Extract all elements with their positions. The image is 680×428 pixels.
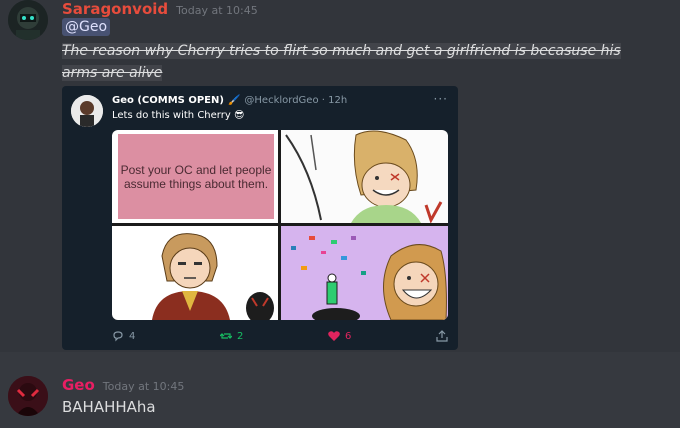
embed-author-avatar[interactable]	[71, 95, 103, 127]
embed-author-handle: @HecklordGeo · 12h	[244, 95, 348, 106]
heart-icon	[328, 331, 340, 341]
embed-author-name[interactable]: Geo (COMMS OPEN)	[112, 95, 224, 106]
username[interactable]: Geo	[62, 376, 95, 394]
prompt-text: Post your OC and let people assume thing…	[120, 162, 272, 191]
timestamp: Today at 10:45	[176, 4, 258, 17]
embed-text: Lets do this with Cherry 😎	[112, 110, 245, 121]
share-button[interactable]	[436, 330, 448, 342]
message-text: BAHAHHAha	[62, 398, 156, 416]
message-text: The reason why Cherry tries to flirt so …	[62, 43, 621, 81]
mention[interactable]: @Geo	[62, 18, 111, 36]
username[interactable]: Saragonvoid	[62, 0, 168, 18]
like-count: 6	[345, 330, 352, 342]
share-icon	[436, 330, 448, 342]
comic-panel-1: Post your OC and let people assume thing…	[112, 130, 278, 223]
comic-panel-2	[281, 130, 448, 223]
reply-icon	[113, 331, 123, 342]
message-geo: Geo Today at 10:45 BAHAHHAha	[0, 352, 680, 428]
embed-author: Geo (COMMS OPEN) 🖌️ @HecklordGeo · 12h	[112, 95, 347, 106]
brush-icon: 🖌️	[227, 95, 241, 106]
message-saragonvoid: Saragonvoid Today at 10:45 @Geo The reas…	[0, 0, 680, 352]
retweet-count: 2	[237, 330, 244, 342]
comic-panel-4	[281, 226, 448, 320]
user-avatar[interactable]	[8, 376, 48, 416]
reply-count: 4	[129, 330, 136, 342]
retweet-button[interactable]: 2	[220, 330, 243, 342]
tweet-actions: 4 2 6	[112, 330, 448, 342]
retweet-icon	[220, 333, 232, 339]
user-avatar[interactable]	[8, 0, 48, 40]
comic-image[interactable]: Post your OC and let people assume thing…	[112, 130, 448, 320]
comic-panel-3	[112, 226, 278, 320]
tweet-embed[interactable]: Geo (COMMS OPEN) 🖌️ @HecklordGeo · 12h ·…	[62, 86, 458, 350]
prompt-card: Post your OC and let people assume thing…	[118, 134, 274, 219]
more-options-icon[interactable]: ···	[434, 92, 448, 106]
timestamp: Today at 10:45	[102, 380, 185, 393]
like-button[interactable]: 6	[328, 330, 351, 342]
reply-button[interactable]: 4	[112, 330, 135, 342]
